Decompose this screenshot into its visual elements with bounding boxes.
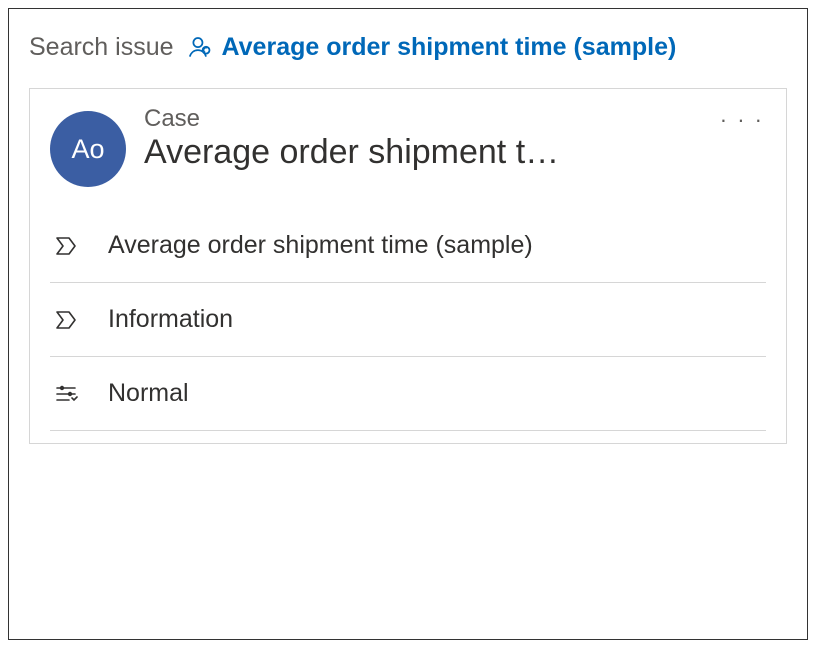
avatar: Ao [50,111,126,187]
filter-settings-icon [54,382,78,406]
case-card: Ao Case Average order shipment t… · · · … [29,88,787,444]
breadcrumb: Search issue Average order shipment time… [29,33,787,62]
header-text: Case Average order shipment t… [144,105,700,172]
panel-container: Search issue Average order shipment time… [8,8,808,640]
breadcrumb-current[interactable]: Average order shipment time (sample) [186,33,677,62]
case-title: Average order shipment t… [144,133,700,172]
breadcrumb-current-label: Average order shipment time (sample) [222,33,677,62]
chevron-tag-icon [54,308,78,332]
chevron-tag-icon [54,234,78,258]
detail-label: Information [108,305,766,334]
detail-list: Average order shipment time (sample) Inf… [50,209,766,431]
breadcrumb-root[interactable]: Search issue [29,33,174,62]
detail-label: Average order shipment time (sample) [108,231,766,260]
detail-row-priority[interactable]: Normal [50,357,766,431]
card-header: Ao Case Average order shipment t… · · · [50,105,766,187]
entity-type-label: Case [144,105,700,133]
detail-row-form[interactable]: Information [50,283,766,357]
detail-row-subject[interactable]: Average order shipment time (sample) [50,209,766,283]
more-actions-button[interactable]: · · · [718,105,766,135]
detail-label: Normal [108,379,766,408]
customer-icon [186,35,212,61]
